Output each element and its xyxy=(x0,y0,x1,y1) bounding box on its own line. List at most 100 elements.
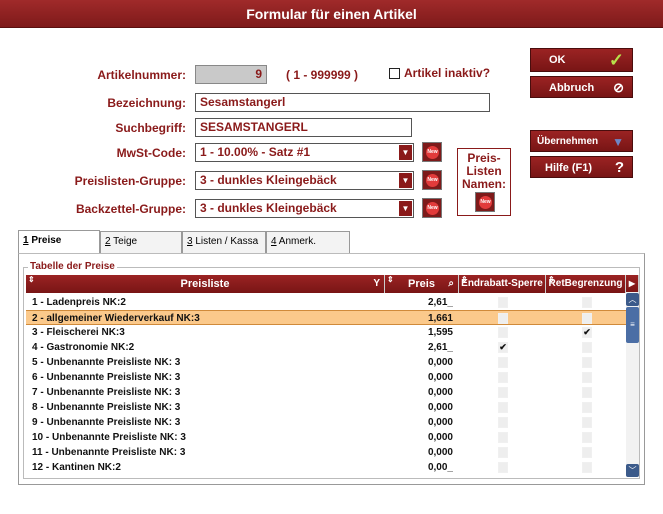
endrabatt-checkbox[interactable] xyxy=(498,462,508,473)
mwst-code-value: 1 - 10.00% - Satz #1 xyxy=(200,145,311,159)
sort-icon: ⇕ xyxy=(548,275,555,284)
column-header-retbegrenzung[interactable]: ⇕ RetBegrenzung xyxy=(546,275,626,293)
preis-cell[interactable]: 0,000 xyxy=(385,415,453,430)
endrabatt-checkbox[interactable] xyxy=(498,387,508,398)
preis-cell[interactable]: 1,661 xyxy=(385,311,453,326)
ret-checkbox[interactable] xyxy=(582,387,592,398)
preislisten-namen-line: Namen: xyxy=(461,177,506,191)
table-row[interactable]: 3 - Fleischerei NK:3 1,595 ✔ xyxy=(26,325,627,340)
ret-checkbox[interactable] xyxy=(582,372,592,383)
column-header-endrabatt[interactable]: ⇕ Endrabatt-Sperre xyxy=(459,275,546,293)
new-icon: New xyxy=(426,146,439,159)
ret-checkbox[interactable] xyxy=(582,297,592,308)
chevron-down-icon[interactable]: ▼ xyxy=(399,173,412,188)
table-row[interactable]: 2 - allgemeiner Wiederverkauf NK:3 1,661 xyxy=(26,310,627,325)
range-hint: ( 1 - 999999 ) xyxy=(286,68,359,82)
preis-cell[interactable]: 0,000 xyxy=(385,400,453,415)
tab-label: Teige xyxy=(110,236,138,247)
question-icon: ? xyxy=(614,159,624,176)
tab-anmerk[interactable]: 4 Anmerk. xyxy=(266,231,350,253)
table-row[interactable]: 9 - Unbenannte Preisliste NK: 3 0,000 xyxy=(26,415,627,430)
ret-checkbox[interactable] xyxy=(582,313,592,324)
column-header-label: Preisliste xyxy=(180,278,230,290)
backzettel-gruppe-select[interactable]: 3 - dunkles Kleingebäck ▼ xyxy=(195,199,414,218)
column-header-preis[interactable]: ⇕ Preis ⌕ xyxy=(385,275,459,293)
uebernehmen-button[interactable]: Übernehmen ▼ xyxy=(530,130,633,152)
preisliste-cell: 8 - Unbenannte Preisliste NK: 3 xyxy=(32,402,181,413)
ok-label: OK xyxy=(549,54,566,66)
table-row[interactable]: 1 - Ladenpreis NK:2 2,61_ xyxy=(26,295,627,310)
ret-checkbox[interactable] xyxy=(582,417,592,428)
ok-button[interactable]: OK ✓ xyxy=(530,48,633,72)
table-row[interactable]: 7 - Unbenannte Preisliste NK: 3 0,000 xyxy=(26,385,627,400)
mwst-code-select[interactable]: 1 - 10.00% - Satz #1 ▼ xyxy=(195,143,414,162)
bezeichnung-field[interactable]: Sesamstangerl xyxy=(195,93,490,112)
filter-icon[interactable]: Y xyxy=(373,275,380,293)
chevron-down-icon[interactable]: ▼ xyxy=(399,145,412,160)
endrabatt-checkbox[interactable] xyxy=(498,432,508,443)
preis-cell[interactable]: 0,000 xyxy=(385,385,453,400)
endrabatt-checkbox[interactable] xyxy=(498,357,508,368)
scroll-down-icon[interactable]: ﹀ xyxy=(626,464,639,477)
preis-cell[interactable]: 1,595 xyxy=(385,325,453,340)
ret-checkbox[interactable] xyxy=(582,432,592,443)
table-row[interactable]: 11 - Unbenannte Preisliste NK: 3 0,000 xyxy=(26,445,627,460)
endrabatt-checkbox[interactable] xyxy=(498,327,508,338)
sort-icon: ⇕ xyxy=(461,275,468,284)
table-row[interactable]: 4 - Gastronomie NK:2 2,61_ ✔ xyxy=(26,340,627,355)
preis-cell[interactable]: 2,61_ xyxy=(385,340,453,355)
endrabatt-checkbox[interactable] xyxy=(498,402,508,413)
suchbegriff-field[interactable]: SESAMSTANGERL xyxy=(195,118,412,137)
tab-listen-kassa[interactable]: 3 Listen / Kassa xyxy=(182,231,266,253)
chevron-right-icon[interactable]: ▶ xyxy=(626,275,639,293)
preisliste-cell: 2 - allgemeiner Wiederverkauf NK:3 xyxy=(32,313,200,324)
search-icon[interactable]: ⌕ xyxy=(448,275,454,293)
cancel-icon: ⊘ xyxy=(613,80,624,95)
ret-checkbox[interactable] xyxy=(582,402,592,413)
artikelnummer-field[interactable]: 9 xyxy=(195,65,267,84)
preis-cell[interactable]: 0,000 xyxy=(385,355,453,370)
scroll-up-icon[interactable]: ︿ xyxy=(626,293,639,306)
ret-checkbox[interactable] xyxy=(582,447,592,458)
endrabatt-checkbox[interactable] xyxy=(498,313,508,324)
preis-cell[interactable]: 0,000 xyxy=(385,370,453,385)
suchbegriff-label: Suchbegriff: xyxy=(115,121,186,135)
ret-checkbox[interactable] xyxy=(582,357,592,368)
preislisten-gruppe-select[interactable]: 3 - dunkles Kleingebäck ▼ xyxy=(195,171,414,190)
preis-cell[interactable]: 2,61_ xyxy=(385,295,453,310)
artikel-inaktiv-checkbox[interactable] xyxy=(389,68,400,79)
preis-cell[interactable]: 0,000 xyxy=(385,445,453,460)
tab-preise[interactable]: 1 Preise xyxy=(18,230,100,254)
new-icon: New xyxy=(426,174,439,187)
table-row[interactable]: 5 - Unbenannte Preisliste NK: 3 0,000 xyxy=(26,355,627,370)
endrabatt-checkbox[interactable] xyxy=(498,297,508,308)
table-row[interactable]: 8 - Unbenannte Preisliste NK: 3 0,000 xyxy=(26,400,627,415)
abbruch-button[interactable]: Abbruch ⊘ xyxy=(530,76,633,98)
table-row[interactable]: 10 - Unbenannte Preisliste NK: 3 0,000 xyxy=(26,430,627,445)
tab-teige[interactable]: 2 Teige xyxy=(100,231,182,253)
ret-checkbox[interactable] xyxy=(582,342,592,353)
backzettel-gruppe-new-button[interactable]: New xyxy=(422,198,442,218)
hilfe-button[interactable]: Hilfe (F1) ? xyxy=(530,156,633,178)
check-icon: ✓ xyxy=(608,50,624,70)
ret-checkbox[interactable] xyxy=(582,462,592,473)
table-row[interactable]: 12 - Kantinen NK:2 0,00_ xyxy=(26,460,627,475)
artikelnummer-label: Artikelnummer: xyxy=(97,68,186,82)
endrabatt-checkbox[interactable] xyxy=(498,372,508,383)
hilfe-label: Hilfe (F1) xyxy=(545,162,593,174)
backzettel-gruppe-label: Backzettel-Gruppe: xyxy=(75,202,186,216)
preis-cell[interactable]: 0,000 xyxy=(385,430,453,445)
column-header-preisliste[interactable]: ⇕ Preisliste Y xyxy=(26,275,385,293)
scrollbar-thumb[interactable]: ≡ xyxy=(626,307,639,343)
preislisten-namen-new-button[interactable]: New xyxy=(475,192,495,212)
endrabatt-checkbox[interactable] xyxy=(498,417,508,428)
chevron-down-icon[interactable]: ▼ xyxy=(399,201,412,216)
mwst-new-button[interactable]: New xyxy=(422,142,442,162)
tab-label: Preise xyxy=(28,235,62,246)
endrabatt-checkbox[interactable]: ✔ xyxy=(498,342,508,353)
table-row[interactable]: 6 - Unbenannte Preisliste NK: 3 0,000 xyxy=(26,370,627,385)
endrabatt-checkbox[interactable] xyxy=(498,447,508,458)
ret-checkbox[interactable]: ✔ xyxy=(582,327,592,338)
preis-cell[interactable]: 0,00_ xyxy=(385,460,453,475)
preislisten-gruppe-new-button[interactable]: New xyxy=(422,170,442,190)
